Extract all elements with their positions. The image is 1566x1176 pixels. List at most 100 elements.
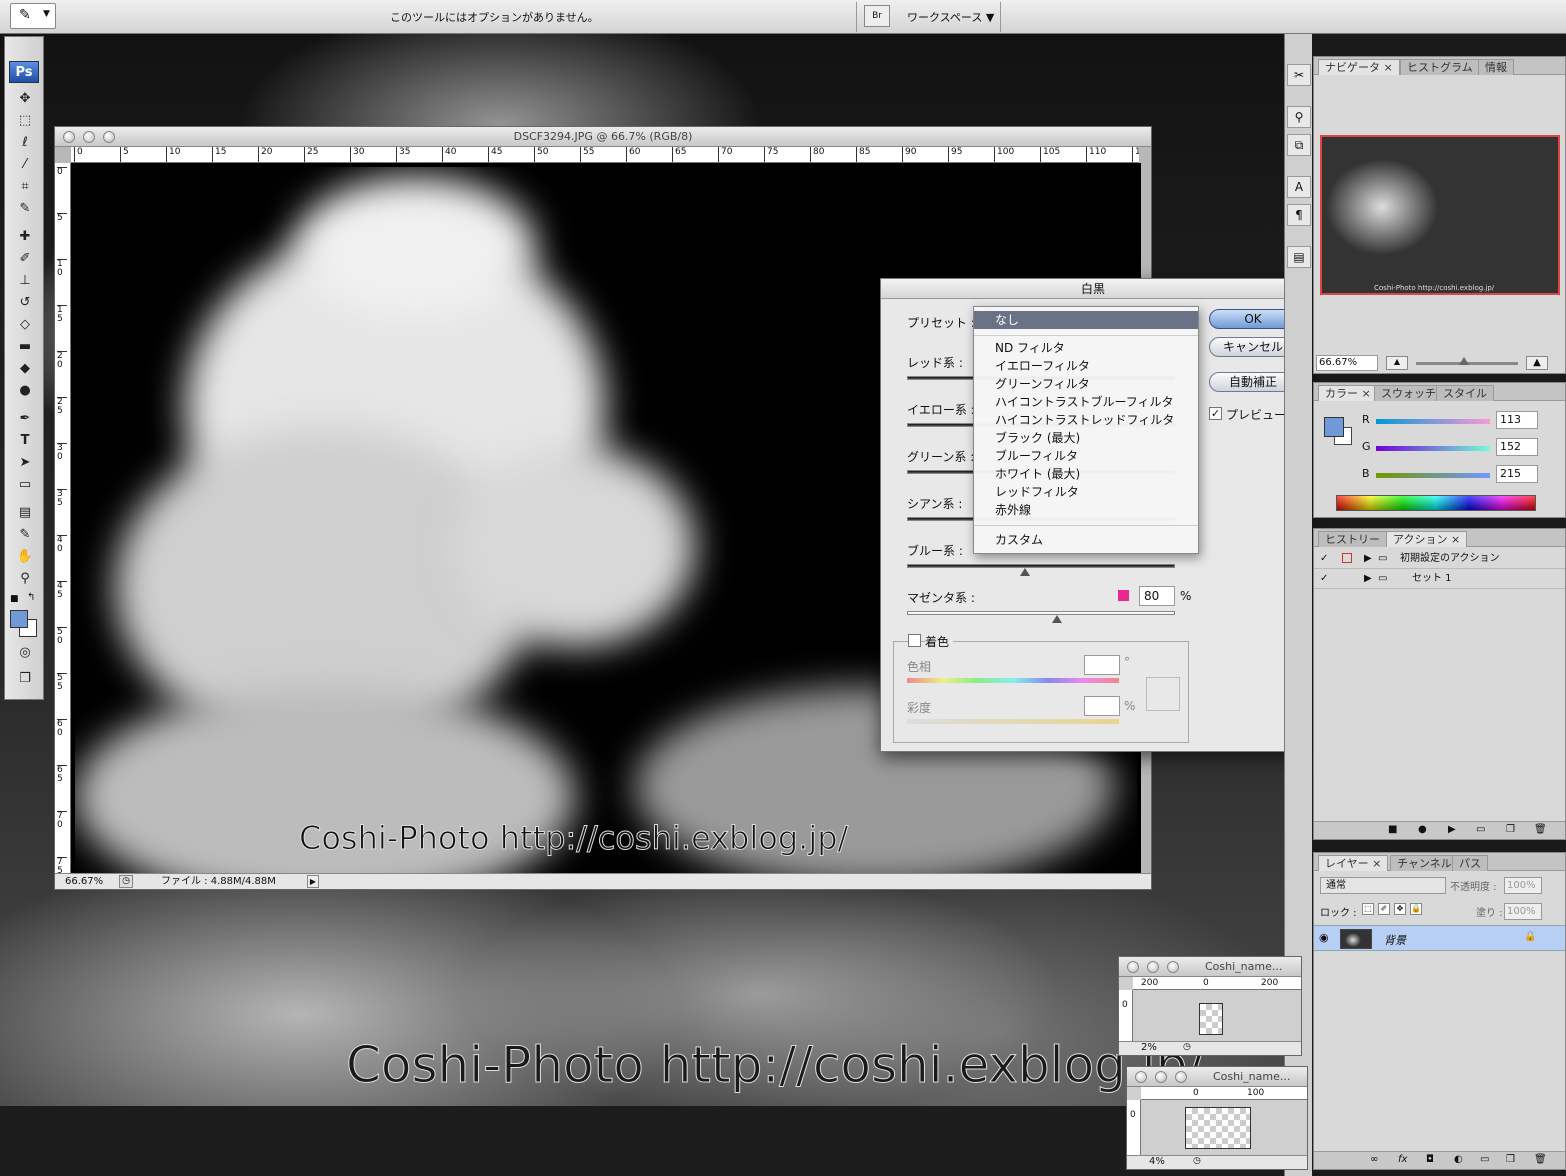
opacity-field[interactable]: 100% bbox=[1504, 877, 1542, 894]
b-value-field[interactable]: 215 bbox=[1496, 465, 1538, 483]
workspace-menu[interactable]: ワークスペース ▼ bbox=[907, 9, 994, 25]
new-action-icon[interactable]: ❐ bbox=[1506, 822, 1515, 838]
dialog-title[interactable]: 白黒 bbox=[881, 279, 1305, 299]
status-menu-icon[interactable]: ◷ bbox=[1183, 1042, 1191, 1052]
hue-field[interactable] bbox=[1084, 655, 1120, 675]
tab-swatches[interactable]: スウォッチ bbox=[1374, 385, 1443, 401]
record-icon[interactable]: ● bbox=[1418, 822, 1427, 838]
magenta-value-field[interactable]: 80 bbox=[1139, 586, 1175, 606]
zoom-level[interactable]: 66.67% bbox=[65, 874, 103, 889]
eraser-tool-icon[interactable]: ◇ bbox=[11, 315, 39, 335]
stop-icon[interactable]: ■ bbox=[1388, 822, 1397, 838]
layer-comps-icon[interactable]: ▤ bbox=[1287, 246, 1311, 268]
brush-tool-icon[interactable]: ✐ bbox=[11, 249, 39, 269]
eyedropper-sample-tool-icon[interactable]: ✎ bbox=[11, 525, 39, 545]
bridge-button[interactable]: Br bbox=[864, 5, 890, 27]
tab-navigator[interactable]: ナビゲータ × bbox=[1318, 59, 1400, 75]
preset-option[interactable]: イエローフィルタ bbox=[974, 357, 1198, 375]
preset-option[interactable]: ハイコントラストブルーフィルタ bbox=[974, 393, 1198, 411]
preview-checkbox[interactable]: ✓ bbox=[1209, 407, 1222, 420]
stamp-tool-icon[interactable]: ⊥ bbox=[11, 271, 39, 291]
preset-option[interactable]: ホワイト (最大) bbox=[974, 465, 1198, 483]
mini-canvas[interactable] bbox=[1199, 1003, 1223, 1035]
close-window-icon[interactable] bbox=[1135, 1071, 1147, 1083]
fx-icon[interactable]: fx bbox=[1398, 1152, 1407, 1168]
tab-paths[interactable]: パス bbox=[1452, 855, 1488, 871]
color-fg-swatch[interactable] bbox=[1324, 417, 1344, 437]
hand-tool-icon[interactable]: ✋ bbox=[11, 547, 39, 567]
brushes-icon[interactable]: ⚲ bbox=[1287, 106, 1311, 128]
status-arrow-icon[interactable]: ▶ bbox=[307, 875, 319, 888]
zoom-window-icon[interactable] bbox=[1167, 961, 1179, 973]
mini-window-titlebar[interactable]: Coshi_name... bbox=[1119, 957, 1301, 977]
minimize-window-icon[interactable] bbox=[1147, 961, 1159, 973]
tab-actions[interactable]: アクション × bbox=[1386, 531, 1468, 547]
layer-row-background[interactable]: ◉ 背景 🔒 bbox=[1314, 925, 1565, 951]
magenta-slider-thumb[interactable] bbox=[1052, 615, 1063, 623]
preset-option[interactable]: レッドフィルタ bbox=[974, 483, 1198, 501]
dodge-tool-icon[interactable]: ● bbox=[11, 381, 39, 401]
tools-icon[interactable]: ✂ bbox=[1287, 64, 1311, 86]
document-titlebar[interactable]: DSCF3294.JPG @ 66.7% (RGB/8) bbox=[55, 127, 1151, 147]
tab-histogram[interactable]: ヒストグラム bbox=[1400, 59, 1480, 75]
tab-color[interactable]: カラー × bbox=[1318, 385, 1378, 401]
blur-tool-icon[interactable]: ◆ bbox=[11, 359, 39, 379]
minimize-window-icon[interactable] bbox=[1155, 1071, 1167, 1083]
preset-option[interactable]: ハイコントラストレッドフィルタ bbox=[974, 411, 1198, 429]
delete-layer-icon[interactable]: 🗑 bbox=[1534, 1152, 1547, 1168]
close-window-icon[interactable] bbox=[63, 131, 75, 143]
new-layer-icon[interactable]: ❐ bbox=[1506, 1152, 1515, 1168]
navigator-zoom-field[interactable]: 66.67% bbox=[1316, 355, 1378, 371]
zoom-in-icon[interactable]: ▲ bbox=[1526, 356, 1548, 370]
type-tool-icon[interactable]: T bbox=[11, 431, 39, 451]
healing-tool-icon[interactable]: ✚ bbox=[11, 227, 39, 247]
tool-preset-picker[interactable]: ✎ ▼ bbox=[10, 3, 56, 29]
paragraph-icon[interactable]: ¶ bbox=[1287, 204, 1311, 226]
magenta-slider-track[interactable] bbox=[907, 611, 1175, 615]
play-icon[interactable]: ▶ bbox=[1448, 822, 1456, 838]
r-value-field[interactable]: 113 bbox=[1496, 411, 1538, 429]
mini-window-titlebar[interactable]: Coshi_name... bbox=[1127, 1067, 1307, 1087]
blue-slider-thumb[interactable] bbox=[1019, 568, 1030, 576]
swap-colors-icon[interactable]: ↰ bbox=[27, 592, 35, 603]
pen-tool-icon[interactable]: ✒ bbox=[11, 409, 39, 429]
tab-layers[interactable]: レイヤー × bbox=[1318, 855, 1389, 871]
link-icon[interactable]: ∞ bbox=[1370, 1152, 1378, 1168]
action-set-row[interactable]: ✓ ▶ ▭ 初期設定のアクション bbox=[1314, 549, 1565, 569]
saturation-bar[interactable] bbox=[907, 719, 1119, 724]
delete-icon[interactable]: 🗑 bbox=[1534, 822, 1547, 838]
character-icon[interactable]: A bbox=[1287, 176, 1311, 198]
expand-triangle-icon[interactable]: ▶ bbox=[1364, 569, 1372, 588]
tab-styles[interactable]: スタイル bbox=[1436, 385, 1494, 401]
blend-mode-select[interactable]: 通常 bbox=[1320, 877, 1446, 894]
expand-triangle-icon[interactable]: ▶ bbox=[1364, 549, 1372, 568]
zoom-out-icon[interactable]: ▲ bbox=[1386, 356, 1408, 370]
preset-option[interactable]: ブラック (最大) bbox=[974, 429, 1198, 447]
preset-option-custom[interactable]: カスタム bbox=[974, 531, 1198, 549]
notes-tool-icon[interactable]: ▤ bbox=[11, 503, 39, 523]
status-menu-icon[interactable]: ◷ bbox=[119, 875, 133, 888]
preset-option[interactable]: 赤外線 bbox=[974, 501, 1198, 519]
preset-option[interactable]: ブルーフィルタ bbox=[974, 447, 1198, 465]
foreground-color-swatch[interactable] bbox=[10, 610, 28, 628]
crop-tool-icon[interactable]: ⌗ bbox=[11, 177, 39, 197]
dialog-toggle-icon[interactable] bbox=[1342, 553, 1352, 563]
gradient-tool-icon[interactable]: ▬ bbox=[11, 337, 39, 357]
tab-history[interactable]: ヒストリー bbox=[1318, 531, 1387, 547]
preset-option-selected[interactable]: なし bbox=[974, 311, 1198, 329]
marquee-tool-icon[interactable]: ⬚ bbox=[11, 111, 39, 131]
lock-position-icon[interactable]: ✥ bbox=[1394, 903, 1406, 915]
zoom-window-icon[interactable] bbox=[1175, 1071, 1187, 1083]
saturation-field[interactable] bbox=[1084, 696, 1120, 716]
default-colors-icon[interactable]: ■ bbox=[10, 594, 19, 604]
toggle-checkmark-icon[interactable]: ✓ bbox=[1320, 549, 1328, 568]
zoom-tool-icon[interactable]: ⚲ bbox=[11, 569, 39, 589]
history-brush-tool-icon[interactable]: ↺ bbox=[11, 293, 39, 313]
hue-spectrum-bar[interactable] bbox=[907, 678, 1119, 683]
eye-icon[interactable]: ◉ bbox=[1319, 931, 1329, 944]
zoom-window-icon[interactable] bbox=[103, 131, 115, 143]
g-value-field[interactable]: 152 bbox=[1496, 438, 1538, 456]
tab-info[interactable]: 情報 bbox=[1478, 59, 1514, 75]
shape-tool-icon[interactable]: ▭ bbox=[11, 475, 39, 495]
mask-icon[interactable]: ◘ bbox=[1426, 1152, 1434, 1168]
